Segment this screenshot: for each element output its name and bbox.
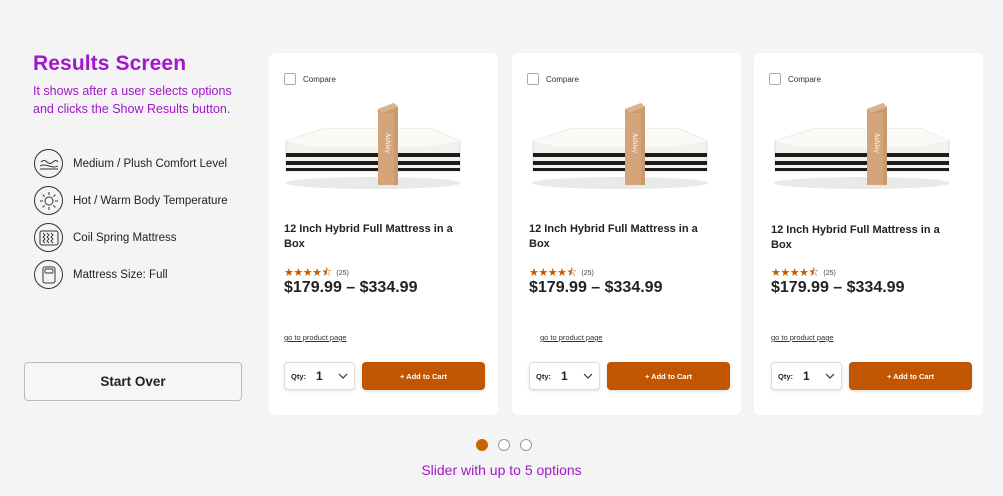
compare-checkbox[interactable] bbox=[527, 73, 539, 85]
chevron-down-icon bbox=[825, 373, 835, 379]
qty-label: Qty: bbox=[778, 371, 793, 381]
product-page-link[interactable]: go to product page bbox=[284, 333, 347, 342]
product-name[interactable]: 12 Inch Hybrid Full Mattress in a Box bbox=[529, 222, 709, 252]
review-count[interactable]: (25) bbox=[823, 270, 835, 277]
add-to-cart-button[interactable]: + Add to Cart bbox=[849, 362, 972, 390]
product-page-link[interactable]: go to product page bbox=[540, 333, 603, 342]
quantity-select[interactable]: Qty: 1 bbox=[284, 362, 355, 390]
product-price: $179.99 – $334.99 bbox=[284, 279, 418, 296]
results-intro: Results Screen It shows after a user sel… bbox=[33, 52, 248, 118]
product-price: $179.99 – $334.99 bbox=[771, 279, 905, 296]
product-card: Compare Ashley 12 Inch Hybrid Full Mattr… bbox=[269, 53, 498, 415]
box-brand-text: Ashley bbox=[631, 132, 638, 154]
product-card: Compare Ashley 12 Inch Hybrid Full Mattr… bbox=[512, 53, 741, 415]
mattress-product-image[interactable]: Ashley bbox=[530, 99, 710, 191]
slider-dot-3[interactable] bbox=[520, 439, 532, 451]
page-subtitle: It shows after a user selects options an… bbox=[33, 84, 232, 116]
qty-value: 1 bbox=[561, 369, 568, 383]
mattress-size-icon bbox=[34, 260, 63, 289]
compare-label: Compare bbox=[788, 74, 821, 84]
attribute-label: Hot / Warm Body Temperature bbox=[73, 194, 228, 207]
slider-caption: Slider with up to 5 options bbox=[421, 462, 582, 478]
attribute-label: Medium / Plush Comfort Level bbox=[73, 157, 228, 170]
quantity-select[interactable]: Qty: 1 bbox=[529, 362, 600, 390]
temperature-sun-icon bbox=[34, 186, 63, 215]
add-to-cart-button[interactable]: + Add to Cart bbox=[362, 362, 485, 390]
selected-attributes: Medium / Plush Comfort Level Hot / Warm … bbox=[34, 145, 228, 293]
compare-label: Compare bbox=[303, 74, 336, 84]
qty-value: 1 bbox=[316, 369, 323, 383]
page-title: Results Screen bbox=[33, 52, 187, 75]
coil-spring-icon bbox=[34, 223, 63, 252]
compare-toggle[interactable]: Compare bbox=[527, 73, 579, 85]
attribute-label: Mattress Size: Full bbox=[73, 268, 168, 281]
compare-checkbox[interactable] bbox=[769, 73, 781, 85]
attribute-comfort: Medium / Plush Comfort Level bbox=[34, 145, 228, 182]
mattress-product-image[interactable]: Ashley bbox=[772, 99, 952, 191]
product-price: $179.99 – $334.99 bbox=[529, 279, 663, 296]
product-name[interactable]: 12 Inch Hybrid Full Mattress in a Box bbox=[771, 223, 951, 253]
box-brand-text: Ashley bbox=[384, 132, 391, 154]
review-count[interactable]: (25) bbox=[581, 270, 593, 277]
product-page-link[interactable]: go to product page bbox=[771, 333, 834, 342]
compare-toggle[interactable]: Compare bbox=[769, 73, 821, 85]
product-card: Compare Ashley 12 Inch Hybrid Full Mattr… bbox=[754, 53, 983, 415]
start-over-button[interactable]: Start Over bbox=[24, 362, 242, 401]
compare-toggle[interactable]: Compare bbox=[284, 73, 336, 85]
compare-label: Compare bbox=[546, 74, 579, 84]
add-to-cart-button[interactable]: + Add to Cart bbox=[607, 362, 730, 390]
slider-dot-1[interactable] bbox=[476, 439, 488, 451]
slider-dot-2[interactable] bbox=[498, 439, 510, 451]
chevron-down-icon bbox=[338, 373, 348, 379]
attribute-coil: Coil Spring Mattress bbox=[34, 219, 228, 256]
qty-value: 1 bbox=[803, 369, 810, 383]
chevron-down-icon bbox=[583, 373, 593, 379]
attribute-size: Mattress Size: Full bbox=[34, 256, 228, 293]
attribute-temperature: Hot / Warm Body Temperature bbox=[34, 182, 228, 219]
slider-pagination bbox=[476, 439, 532, 451]
qty-label: Qty: bbox=[291, 371, 306, 381]
mattress-product-image[interactable]: Ashley bbox=[283, 99, 463, 191]
quantity-select[interactable]: Qty: 1 bbox=[771, 362, 842, 390]
compare-checkbox[interactable] bbox=[284, 73, 296, 85]
review-count[interactable]: (25) bbox=[336, 270, 348, 277]
qty-label: Qty: bbox=[536, 371, 551, 381]
product-name[interactable]: 12 Inch Hybrid Full Mattress in a Box bbox=[284, 222, 464, 252]
attribute-label: Coil Spring Mattress bbox=[73, 231, 177, 244]
box-brand-text: Ashley bbox=[873, 132, 880, 154]
comfort-level-icon bbox=[34, 149, 63, 178]
